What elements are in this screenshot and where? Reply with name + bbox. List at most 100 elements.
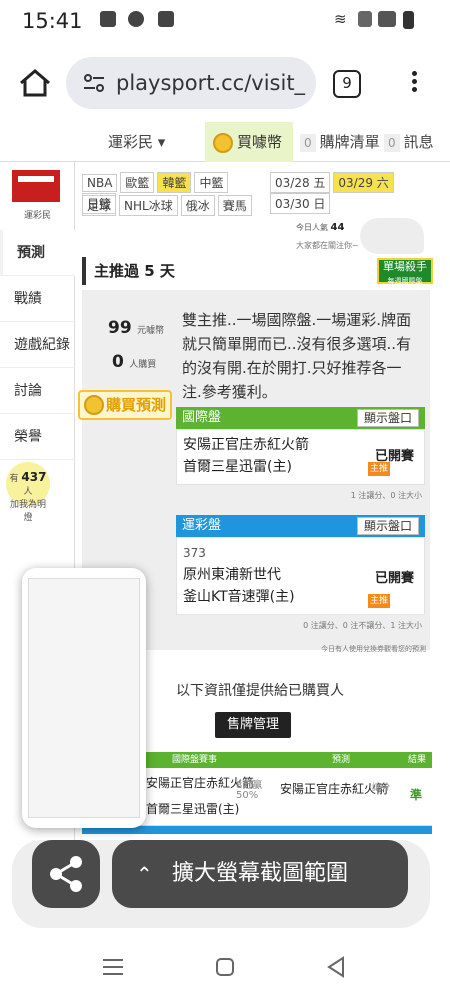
screenshot-thumbnail[interactable] — [22, 568, 146, 828]
messages-link[interactable]: 0 訊息 — [384, 122, 434, 162]
browser-toolbar: playsport.cc/visit_ 9 — [0, 44, 450, 122]
game-status: 已開賽 — [374, 571, 414, 586]
badge-line2: 每週國際盤 — [387, 277, 423, 285]
expand-screenshot-button[interactable]: ⌃ 擴大螢幕截圖範圍 — [112, 840, 408, 908]
col-header: 結果 — [407, 755, 426, 765]
row-pct: 50% — [236, 790, 259, 801]
visitors-sub: 大家都在關注你~ — [296, 241, 359, 250]
col-header: 預測 — [332, 755, 351, 765]
url-field[interactable]: playsport.cc/visit_ — [66, 57, 316, 109]
buy-prediction-label: 購買預測 — [106, 396, 167, 414]
league-tag[interactable]: 歐籃 — [120, 172, 155, 193]
sale-management-button[interactable]: 售牌管理 — [215, 712, 291, 738]
lottery-line-header: 運彩盤 顯示盤口 — [176, 515, 425, 537]
system-nav-bar — [0, 940, 450, 1000]
league-tag[interactable]: 賽馬 — [217, 195, 252, 216]
signal-icon — [378, 11, 396, 27]
mascot-illustration — [360, 218, 424, 254]
nav-item-record[interactable]: 戰績 — [0, 276, 75, 322]
col-header: 國際盤賽事 — [172, 755, 218, 765]
lightbulb-followers[interactable]: 有 437 人 加我為明燈 — [6, 462, 50, 523]
logo-caption: 運彩民 — [24, 211, 52, 221]
visitors-count: 44 — [330, 222, 345, 233]
site-settings-icon[interactable] — [83, 74, 105, 92]
screenshot-actions: ⌃ 擴大螢幕截圖範圍 — [12, 840, 430, 928]
date-tab[interactable]: 03/30 日 — [270, 193, 331, 214]
date-tab[interactable]: 03/28 五 — [270, 172, 331, 193]
panel-foot: 今日有人使用兌換券觀看您的預測 — [321, 645, 426, 653]
league-tag[interactable]: NHL冰球 — [119, 195, 178, 216]
messages-count: 0 — [384, 134, 400, 152]
coin-icon — [213, 132, 233, 153]
intl-line-header: 國際盤 顯示盤口 — [176, 407, 425, 429]
row-pred-tag: 讓分 — [372, 783, 391, 793]
lottery-line-foot: 0 注讓分、0 注不讓分、1 注大小 — [303, 621, 422, 630]
user-dropdown[interactable]: 運彩民 ▾ — [108, 122, 165, 162]
league-tag-active[interactable]: 韓籃 — [157, 172, 192, 193]
visitors-label-text: 今日人氣 — [296, 223, 328, 232]
tab-switcher-button[interactable]: 9 — [333, 70, 361, 98]
home-nav-icon[interactable] — [215, 957, 235, 977]
nav-item-discussion[interactable]: 討論 — [0, 368, 75, 414]
bulb-caption: 加我為明燈 — [9, 500, 46, 523]
intl-line-body: 安陽正官庄赤紅火箭 首爾三星迅雷(主) 已開賽 主推 — [176, 429, 425, 485]
show-odds-button[interactable]: 顯示盤口 — [356, 409, 419, 427]
buy-prediction-button[interactable]: 購買預測 — [78, 390, 172, 420]
price-stat: 99 元噱幣 — [108, 318, 164, 338]
back-icon[interactable] — [326, 956, 346, 978]
league-tag[interactable]: 中籃 — [194, 172, 229, 193]
user-name: 運彩民 — [108, 133, 154, 151]
coin-icon — [84, 395, 104, 415]
badge-line1: 單場殺手 — [383, 260, 427, 273]
lottery-line-body: 373 原州東浦新世代 釜山KT音速彈(主) 已開賽 主推 — [176, 537, 425, 615]
battery-icon — [403, 11, 414, 29]
lottery-line-title: 運彩盤 — [182, 518, 222, 533]
messages-label: 訊息 — [403, 133, 434, 151]
date-tab-active[interactable]: 03/29 六 — [333, 172, 394, 193]
bulb-prefix: 有 — [9, 474, 19, 484]
show-odds-button[interactable]: 顯示盤口 — [356, 517, 419, 535]
url-text: playsport.cc/visit_ — [116, 71, 306, 95]
sold-value: 0 — [112, 352, 124, 372]
recent-apps-icon[interactable] — [103, 958, 123, 976]
main-push-tag: 主推 — [368, 462, 390, 476]
more-menu-icon[interactable] — [410, 68, 418, 98]
home-icon[interactable] — [18, 68, 52, 98]
purchase-list-link[interactable]: 0 購牌清單 — [300, 122, 380, 162]
nav-item-game-log[interactable]: 遊戲紀錄 — [0, 322, 75, 368]
share-button[interactable] — [32, 840, 100, 908]
date-tabs: 03/28 五 03/29 六03/30 日 — [270, 172, 440, 214]
league-tag[interactable]: NBA — [82, 174, 118, 192]
league-tag[interactable]: 足球 — [82, 195, 117, 216]
nav-item-predict[interactable]: 預測 — [0, 230, 75, 276]
site-logo[interactable] — [12, 170, 60, 202]
prediction-description: 雙主推..一場國際盤.一場運彩.牌面就只簡單開而已..沒有很多選項..有的沒有開… — [182, 311, 412, 401]
bulb-count: 437 — [21, 470, 47, 484]
purchase-list-label: 購牌清單 — [319, 133, 380, 151]
row-odds: 8分贏 — [236, 780, 263, 791]
sold-unit: 人購買 — [129, 360, 157, 370]
buy-coin-button[interactable]: 買噱幣 — [205, 122, 293, 162]
row-result: 準 — [409, 788, 422, 802]
league-tag[interactable]: 俄冰 — [180, 195, 215, 216]
status-time: 15:41 — [22, 9, 83, 33]
killer-badge: 單場殺手 每週國際盤 — [377, 258, 433, 285]
nav-item-honor[interactable]: 榮譽 — [0, 414, 75, 460]
intl-line-foot: 1 注讓分、0 注大小 — [350, 491, 422, 500]
notification-icon — [100, 11, 116, 27]
lottery-line-card: 運彩盤 顯示盤口 373 原州東浦新世代 釜山KT音速彈(主) 已開賽 主推 — [176, 515, 425, 615]
wifi-icon: ≋ — [334, 10, 347, 28]
price-unit: 元噱幣 — [137, 326, 165, 336]
visitors-label: 今日人氣 44 — [296, 222, 344, 233]
sold-stat: 0 人購買 — [112, 352, 156, 372]
chat-icon — [128, 11, 144, 27]
row-team-home: 首爾三星迅雷(主) — [146, 802, 240, 816]
price-value: 99 — [108, 318, 132, 338]
main-push-tag: 主推 — [368, 594, 390, 608]
buy-coin-label: 買噱幣 — [237, 133, 283, 151]
league-tags-row2: 足球 NHL冰球 俄冰 賽馬 — [82, 195, 262, 216]
intl-line-card: 國際盤 顯示盤口 安陽正官庄赤紅火箭 首爾三星迅雷(主) 已開賽 主推 — [176, 407, 425, 485]
game-code: 373 — [183, 546, 206, 560]
expand-icon: ⌃ — [136, 862, 153, 886]
share-icon — [50, 856, 82, 892]
